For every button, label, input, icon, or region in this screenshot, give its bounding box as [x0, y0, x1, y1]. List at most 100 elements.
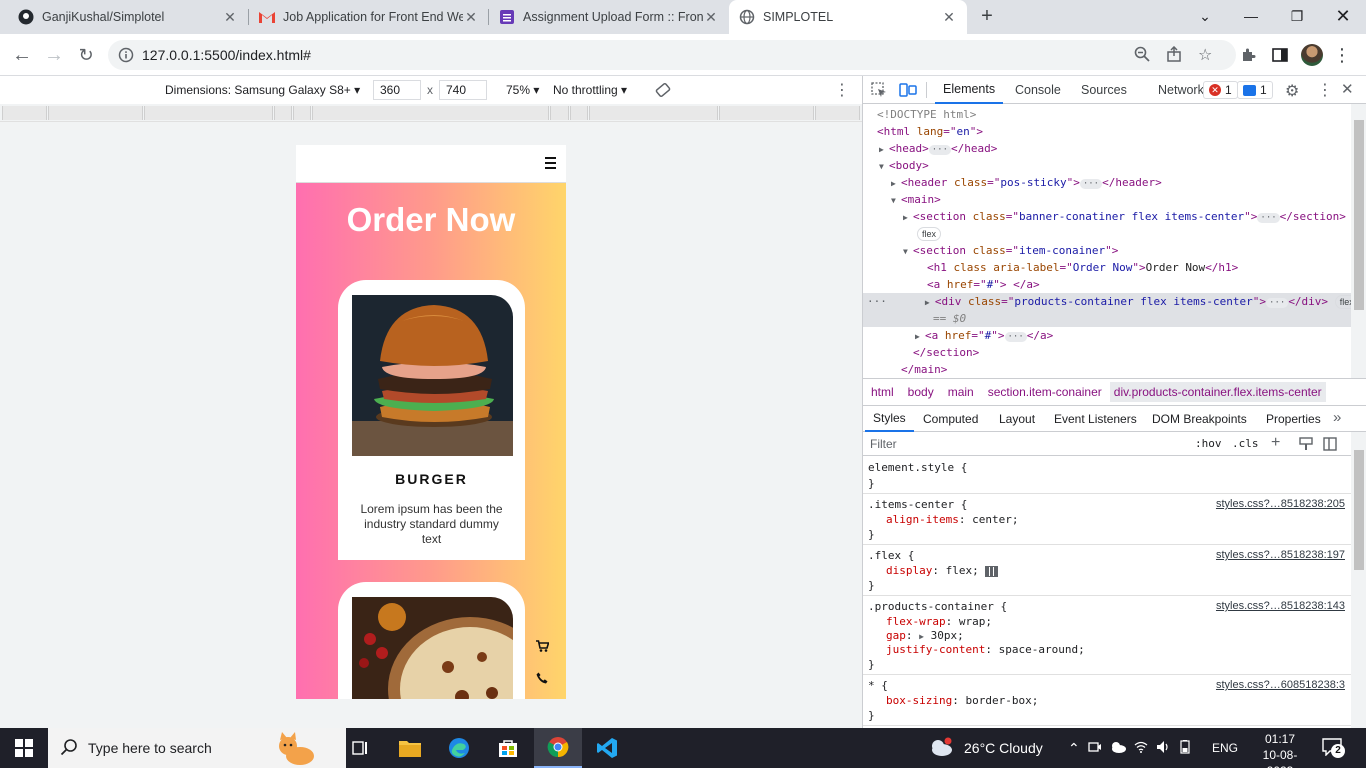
throttling-select[interactable]: No throttling ▾ — [553, 83, 627, 97]
style-declaration[interactable]: box-sizing: border-box; — [886, 693, 1038, 708]
device-toolbar-icon[interactable] — [899, 82, 917, 101]
edge-icon[interactable] — [435, 728, 483, 768]
close-tab-icon[interactable]: ✕ — [463, 9, 479, 26]
dom-node[interactable]: ▶ <head> ··· </head> — [863, 140, 1351, 157]
dom-node[interactable]: <!DOCTYPE html> — [863, 106, 1351, 123]
style-rule[interactable]: * { styles.css?…608518238:3 box-sizing: … — [863, 675, 1351, 726]
inspect-element-icon[interactable] — [871, 82, 887, 101]
dom-node[interactable]: </section> — [863, 344, 1351, 361]
weather-widget[interactable]: 26°C Cloudy — [928, 728, 1043, 768]
breadcrumb-item[interactable]: section.item-conainer — [988, 385, 1102, 399]
battery-icon[interactable] — [1178, 739, 1192, 757]
onedrive-cloud-icon[interactable] — [1110, 740, 1126, 756]
style-rule[interactable]: .items-center { styles.css?…8518238:205 … — [863, 494, 1351, 545]
tab-dom-breakpoints[interactable]: DOM Breakpoints — [1152, 412, 1247, 426]
volume-icon[interactable] — [1156, 740, 1170, 757]
address-bar[interactable]: 127.0.0.1:5500/index.html# ☆ — [108, 40, 1236, 70]
dom-scrollbar[interactable] — [1351, 104, 1366, 378]
style-rule[interactable]: element.style { } — [863, 456, 1351, 494]
flex-badge[interactable]: flex — [863, 225, 1351, 242]
scroll-thumb[interactable] — [1354, 450, 1364, 570]
tab-layout[interactable]: Layout — [999, 412, 1035, 426]
media-query-segment[interactable] — [48, 106, 143, 120]
tab-computed[interactable]: Computed — [923, 412, 978, 426]
paint-icon[interactable] — [1299, 437, 1313, 454]
reload-icon[interactable]: ↻ — [72, 41, 100, 69]
url-text[interactable]: 127.0.0.1:5500/index.html# — [142, 47, 311, 63]
microsoft-store-icon[interactable] — [484, 728, 532, 768]
phone-icon[interactable] — [534, 670, 550, 686]
dom-node[interactable]: <a href="#"> </a> — [863, 276, 1351, 293]
media-query-segment[interactable] — [719, 106, 814, 120]
windows-start-icon[interactable] — [0, 728, 48, 768]
media-query-segment[interactable] — [2, 106, 47, 120]
breadcrumb-item[interactable]: main — [948, 385, 974, 399]
dom-node[interactable]: ▶ <a href="#"> ··· </a> — [863, 327, 1351, 344]
tab-styles[interactable]: Styles — [865, 406, 914, 432]
tab-search-icon[interactable]: ⌄ — [1182, 0, 1228, 32]
menu-kebab-icon[interactable]: ⋮ — [1328, 41, 1356, 69]
dom-node[interactable]: ▶ <section class="banner-conatiner flex i… — [863, 208, 1351, 225]
avatar[interactable] — [1298, 41, 1326, 69]
browser-tab[interactable]: Assignment Upload Form :: Front ✕ — [489, 0, 729, 34]
devtools-menu-icon[interactable]: ⋮ — [1317, 80, 1333, 100]
meet-now-icon[interactable] — [1088, 740, 1102, 757]
task-view-icon[interactable] — [336, 728, 384, 768]
dom-node[interactable]: </main> — [863, 361, 1351, 378]
media-query-segment[interactable] — [274, 106, 292, 120]
tab-console[interactable]: Console — [1015, 76, 1061, 104]
style-declaration[interactable]: justify-content: space-around; — [886, 642, 1085, 657]
clock[interactable]: 01:17 10-08-2023 — [1250, 731, 1310, 779]
tab-network[interactable]: Network — [1158, 76, 1204, 104]
tab-elements[interactable]: Elements — [935, 76, 1004, 104]
expand-triangle-icon[interactable]: ▶ — [919, 632, 924, 641]
close-window-button[interactable]: ✕ — [1320, 0, 1366, 32]
dom-node[interactable]: ▶ <header class="pos-sticky"> ··· </header> — [863, 174, 1351, 191]
wifi-icon[interactable] — [1134, 740, 1148, 756]
chevron-up-icon[interactable]: ⌃ — [1068, 740, 1080, 757]
breadcrumb-item-selected[interactable]: div.products-container.flex.items-center — [1109, 382, 1326, 402]
style-rule[interactable]: .products-container { styles.css?…851823… — [863, 596, 1351, 675]
width-field[interactable]: 360 — [373, 80, 421, 100]
dom-node[interactable]: ▼ <section class="item-conainer"> — [863, 242, 1351, 259]
add-rule-icon[interactable]: + — [1271, 434, 1280, 452]
error-badge[interactable]: ✕ 1 — [1203, 81, 1238, 99]
new-tab-button[interactable]: + — [976, 5, 998, 27]
rule-source-link[interactable]: styles.css?…608518238:3 — [1216, 678, 1345, 693]
rule-source-link[interactable]: styles.css?…8518238:197 — [1216, 548, 1345, 563]
media-query-segment[interactable] — [815, 106, 860, 120]
media-query-segment[interactable] — [570, 106, 588, 120]
flexbox-editor-icon[interactable] — [985, 565, 999, 577]
info-icon[interactable] — [118, 47, 134, 63]
device-options-icon[interactable]: ⋮ — [834, 80, 850, 100]
forward-icon[interactable]: → — [40, 41, 68, 69]
file-explorer-icon[interactable] — [386, 728, 434, 768]
zoom-icon[interactable] — [1134, 46, 1150, 65]
style-declaration[interactable]: gap: ▶ 30px; — [886, 628, 964, 643]
hamburger-menu-icon[interactable] — [545, 157, 556, 169]
media-query-segment[interactable] — [312, 106, 549, 120]
tab-sources[interactable]: Sources — [1081, 76, 1127, 104]
rule-source-link[interactable]: styles.css?…8518238:143 — [1216, 599, 1345, 614]
chrome-icon[interactable] — [534, 728, 582, 768]
scroll-thumb[interactable] — [1354, 120, 1364, 310]
taskbar-search[interactable]: Type here to search — [48, 728, 346, 768]
style-declaration[interactable]: flex-wrap: wrap; — [886, 614, 992, 629]
more-tabs-icon[interactable]: » — [1333, 409, 1341, 426]
back-icon[interactable]: ← — [8, 41, 36, 69]
styles-scrollbar[interactable] — [1351, 432, 1366, 728]
maximize-button[interactable]: ❐ — [1274, 0, 1320, 32]
rotate-icon[interactable] — [654, 81, 672, 102]
sidebar-toggle-icon[interactable] — [1323, 437, 1337, 454]
breadcrumb-item[interactable]: html — [871, 385, 894, 399]
close-tab-icon[interactable]: ✕ — [222, 9, 238, 26]
browser-tab[interactable]: GanjiKushal/Simplotel ✕ — [8, 0, 248, 34]
browser-tab[interactable]: Job Application for Front End We ✕ — [249, 0, 489, 34]
style-rule[interactable]: .flex { styles.css?…8518238:197 display:… — [863, 545, 1351, 596]
dom-node[interactable]: ▼ <main> — [863, 191, 1351, 208]
dom-node[interactable]: <h1 class aria-label="Order Now">Order N… — [863, 259, 1351, 276]
rule-source-link[interactable]: styles.css?…8518238:205 — [1216, 497, 1345, 512]
height-field[interactable]: 740 — [439, 80, 487, 100]
media-query-segment[interactable] — [293, 106, 311, 120]
cls-toggle[interactable]: .cls — [1232, 437, 1259, 450]
